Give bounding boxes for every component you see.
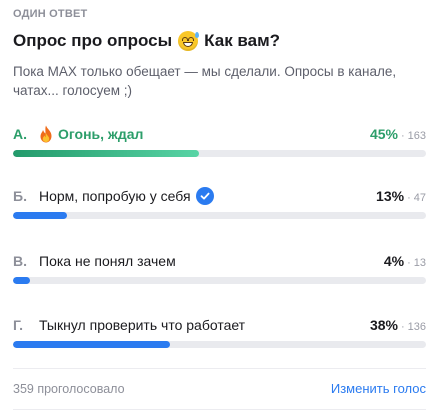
poll-option-a[interactable]: А. Огонь, ждал 45% · 163 — [13, 124, 426, 164]
check-circle-icon — [195, 187, 214, 205]
option-label-text: Пока не понял зачем — [39, 253, 176, 269]
option-progress-track — [13, 341, 426, 348]
option-progress-track — [13, 150, 426, 157]
option-result: 45% · 163 — [370, 126, 426, 142]
poll-description: Пока MAX только обещает — мы сделали. Оп… — [13, 64, 397, 98]
poll-footer: 359 проголосовало Изменить голос — [13, 381, 426, 396]
poll-option-b[interactable]: Б. Норм, попробую у себя 13% · 47 — [13, 186, 426, 226]
option-label: Пока не понял зачем — [39, 253, 176, 269]
poll-option-d[interactable]: Г. Тыкнул проверить что работает 38% · 1… — [13, 315, 426, 355]
option-separator: · — [407, 192, 411, 204]
option-vote-count: 136 — [407, 321, 426, 333]
poll-type-label: ОДИН ОТВЕТ — [13, 8, 88, 20]
poll-option-c[interactable]: В. Пока не понял зачем 4% · 13 — [13, 251, 426, 291]
bottom-divider — [13, 409, 426, 410]
option-letter: А. — [13, 126, 27, 142]
option-vote-count: 47 — [413, 192, 426, 204]
option-progress-fill — [13, 212, 67, 219]
option-vote-count: 13 — [413, 257, 426, 269]
option-vote-count: 163 — [407, 130, 426, 142]
option-progress-track — [13, 212, 426, 219]
grinning-sweat-emoji-icon — [178, 31, 200, 51]
option-label-text: Тыкнул проверить что работает — [39, 317, 246, 333]
footer-divider — [13, 368, 426, 369]
option-progress-fill — [13, 150, 199, 157]
option-percent: 4% — [383, 253, 405, 269]
option-percent: 13% — [376, 188, 405, 204]
option-result: 13% · 47 — [376, 188, 426, 204]
option-label: Тыкнул проверить что работает — [39, 317, 245, 333]
option-percent: 45% — [369, 126, 398, 142]
option-label-text: Норм, попробую у себя — [39, 188, 191, 204]
total-votes: 359 проголосовало — [13, 381, 125, 396]
option-result: 38% · 136 — [370, 317, 426, 333]
option-letter: Б. — [13, 188, 27, 204]
option-progress-track — [13, 277, 426, 284]
option-label: Огонь, ждал — [39, 125, 143, 143]
option-label: Норм, попробую у себя — [39, 187, 214, 205]
option-percent: 38% — [369, 317, 398, 333]
fire-icon — [40, 125, 52, 143]
option-result: 4% · 13 — [384, 253, 426, 269]
option-progress-fill — [13, 341, 170, 348]
poll-title-text: Опрос про опросы — [13, 31, 173, 50]
option-letter: В. — [13, 253, 27, 269]
option-letter: Г. — [13, 317, 24, 333]
poll-title: Опрос про опросы Как вам? — [13, 31, 280, 51]
change-vote-button[interactable]: Изменить голос — [331, 381, 426, 396]
poll-card: ОДИН ОТВЕТ Опрос про опросы Как вам? Пок… — [0, 0, 438, 418]
poll-title-question: Как вам? — [204, 31, 281, 50]
option-separator: · — [407, 257, 411, 269]
option-progress-fill — [13, 277, 30, 284]
option-separator: · — [400, 321, 405, 333]
option-label-text: Огонь, ждал — [58, 126, 144, 142]
option-separator: · — [400, 130, 405, 142]
